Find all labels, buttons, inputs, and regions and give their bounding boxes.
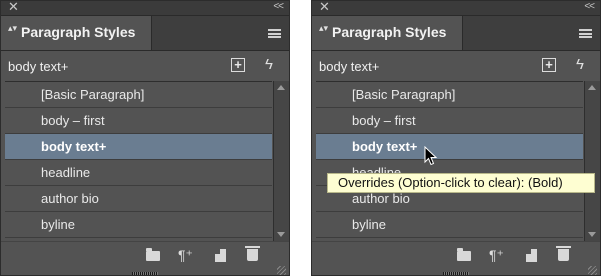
list-item-label: author bio bbox=[352, 191, 410, 206]
list-item-label: body – first bbox=[41, 113, 105, 128]
scroll-down-icon[interactable] bbox=[588, 232, 596, 237]
list-item[interactable]: author bio bbox=[5, 186, 272, 212]
new-style-page-icon[interactable] bbox=[526, 249, 537, 262]
resize-grip-icon[interactable] bbox=[277, 266, 286, 275]
create-new-style-icon[interactable]: + bbox=[231, 58, 245, 72]
list-item[interactable]: byline bbox=[316, 212, 583, 238]
list-item[interactable]: byline bbox=[5, 212, 272, 238]
scroll-down-icon[interactable] bbox=[277, 232, 285, 237]
list-item-selected[interactable]: body text+ bbox=[316, 134, 583, 160]
panel-bottom-bar: ¶⁺ bbox=[312, 241, 600, 275]
close-icon[interactable]: ✕ bbox=[8, 1, 19, 14]
scroll-up-icon[interactable] bbox=[277, 85, 285, 90]
panel-titlebar: ✕ << bbox=[1, 1, 289, 16]
list-item[interactable]: [Basic Paragraph] bbox=[316, 82, 583, 108]
panel-titlebar: ✕ << bbox=[312, 1, 600, 16]
paragraph-styles-panel-left: ✕ << ▴▾ Paragraph Styles body text+ + ϟ … bbox=[0, 0, 290, 276]
list-item-label: headline bbox=[41, 165, 91, 180]
list-item-label: [Basic Paragraph] bbox=[352, 87, 456, 102]
trash-icon[interactable] bbox=[556, 246, 571, 261]
tab-paragraph-styles[interactable]: ▴▾ Paragraph Styles bbox=[1, 16, 152, 50]
list-item[interactable]: body – first bbox=[316, 108, 583, 134]
list-item-label: byline bbox=[41, 217, 75, 232]
grip-icon[interactable] bbox=[132, 272, 158, 275]
list-item-label: author bio bbox=[41, 191, 99, 206]
new-style-page-icon[interactable] bbox=[215, 249, 226, 262]
list-item-label: body – first bbox=[352, 113, 416, 128]
clear-overrides-icon[interactable]: ¶⁺ bbox=[178, 247, 193, 264]
panel-tab-row: ▴▾ Paragraph Styles bbox=[312, 16, 600, 51]
list-item[interactable]: headline bbox=[5, 160, 272, 186]
panel-tab-row: ▴▾ Paragraph Styles bbox=[1, 16, 289, 51]
folder-icon[interactable] bbox=[457, 248, 471, 261]
overrides-tooltip: Overrides (Option-click to clear): (Bold… bbox=[327, 173, 595, 193]
cursor-icon bbox=[424, 146, 438, 166]
clear-overrides-icon[interactable]: ¶⁺ bbox=[489, 247, 504, 264]
list-item-label: body text+ bbox=[352, 139, 418, 154]
trash-icon[interactable] bbox=[245, 246, 260, 261]
resize-grip-icon[interactable] bbox=[588, 266, 597, 275]
list-item-label: [Basic Paragraph] bbox=[41, 87, 145, 102]
close-icon[interactable]: ✕ bbox=[319, 1, 330, 14]
tab-arrows-icon: ▴▾ bbox=[8, 23, 18, 33]
scrollbar[interactable] bbox=[273, 81, 289, 241]
style-list: [Basic Paragraph] body – first body text… bbox=[5, 81, 272, 242]
style-list: [Basic Paragraph] body – first body text… bbox=[316, 81, 583, 242]
paragraph-styles-panel-right: ✕ << ▴▾ Paragraph Styles body text+ + ϟ … bbox=[311, 0, 601, 276]
list-item[interactable]: [Basic Paragraph] bbox=[5, 82, 272, 108]
list-item-selected[interactable]: body text+ bbox=[5, 134, 272, 160]
grip-icon[interactable] bbox=[443, 272, 469, 275]
tab-paragraph-styles[interactable]: ▴▾ Paragraph Styles bbox=[312, 16, 463, 50]
panel-title: Paragraph Styles bbox=[21, 24, 136, 40]
lightning-icon[interactable]: ϟ bbox=[265, 56, 273, 73]
panel-title: Paragraph Styles bbox=[332, 24, 447, 40]
panel-bottom-bar: ¶⁺ bbox=[1, 241, 289, 275]
folder-icon[interactable] bbox=[146, 248, 160, 261]
scroll-up-icon[interactable] bbox=[588, 85, 596, 90]
scrollbar[interactable] bbox=[584, 81, 600, 241]
panel-menu-icon[interactable] bbox=[268, 29, 281, 38]
collapse-icon[interactable]: << bbox=[584, 1, 595, 14]
current-style-name: body text+ bbox=[319, 59, 380, 74]
lightning-icon[interactable]: ϟ bbox=[576, 56, 584, 73]
tab-arrows-icon: ▴▾ bbox=[319, 23, 329, 33]
collapse-icon[interactable]: << bbox=[273, 1, 284, 14]
list-item[interactable]: body – first bbox=[5, 108, 272, 134]
list-item-label: byline bbox=[352, 217, 386, 232]
current-style-name: body text+ bbox=[8, 59, 69, 74]
current-style-bar: body text+ + ϟ bbox=[1, 51, 289, 81]
panel-menu-icon[interactable] bbox=[579, 29, 592, 38]
current-style-bar: body text+ + ϟ bbox=[312, 51, 600, 81]
list-item-label: body text+ bbox=[41, 139, 107, 154]
create-new-style-icon[interactable]: + bbox=[542, 58, 556, 72]
